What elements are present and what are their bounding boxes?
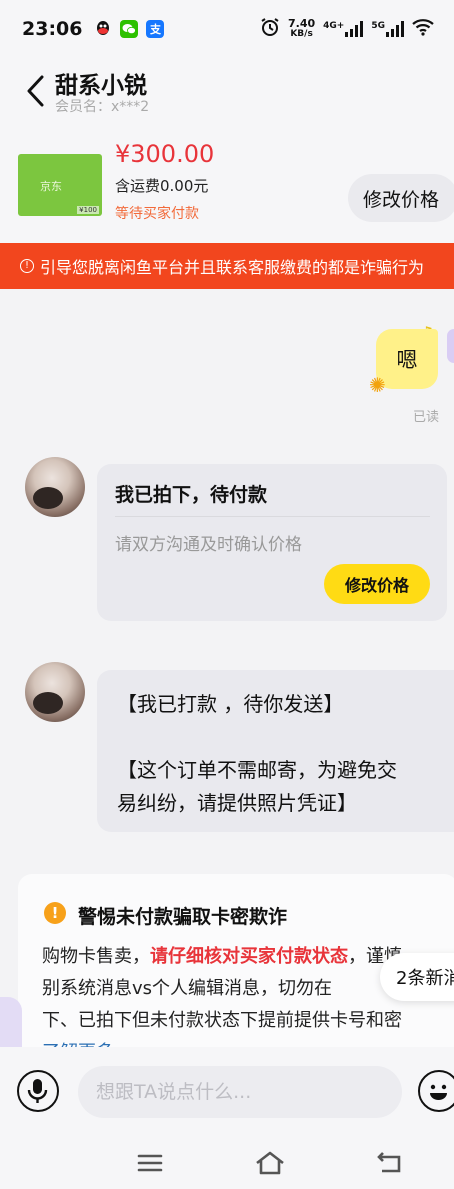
incoming-message-bubble[interactable]: 【我已打款 ，待你发送】 【这个订单不需邮寄，为避免交 易纠纷，请提供照片凭证】 [97, 670, 454, 832]
signal-bars-icon [386, 21, 404, 37]
read-status: 已读 [413, 410, 440, 425]
sunflower-icon: ✺ [369, 373, 386, 397]
chat-title: 甜系小锐 [55, 73, 147, 99]
fraud-warning-banner[interactable]: ! 引导您脱离闲鱼平台并且联系客服缴费的都是诈骗行为 [0, 243, 454, 289]
alert-emphasis: 请仔细核对买家付款状态 [150, 946, 348, 967]
avatar[interactable] [25, 662, 85, 722]
message-line: 易纠纷，请提供照片凭证】 [117, 791, 357, 815]
emoji-icon[interactable] [418, 1070, 454, 1112]
alipay-icon: 支 [146, 20, 165, 38]
cellular-signal-2: 5G [371, 21, 404, 37]
warning-icon: ! [44, 902, 66, 924]
back-nav-icon[interactable] [373, 1149, 407, 1177]
product-price: ¥300.00 [115, 140, 215, 168]
home-icon[interactable] [253, 1149, 287, 1177]
wifi-icon [412, 18, 434, 40]
modify-price-button[interactable]: 修改价格 [348, 174, 454, 222]
status-time: 23:06 [22, 18, 83, 40]
network-speed-value: 7.40 [288, 17, 316, 30]
status-bar: 23:06 支 7.40 KB/s 4G+ 5G [0, 0, 454, 58]
message-input[interactable] [78, 1066, 402, 1118]
network-speed-unit: KB/s [290, 29, 313, 39]
card-modify-price-button[interactable]: 修改价格 [324, 564, 430, 604]
signal-label-2: 5G [371, 21, 385, 31]
order-status: 等待买家付款 [115, 206, 199, 222]
alert-line: 下、已拍下但未付款状态下提前提供卡号和密 [42, 1010, 402, 1031]
order-status-card[interactable]: 我已拍下，待付款 请双方沟通及时确认价格 修改价格 [97, 464, 447, 621]
menu-icon[interactable] [133, 1149, 167, 1177]
learn-more-link[interactable]: 了解更多 [42, 1038, 114, 1047]
chat-messages[interactable]: ♫ 嗯 ✺ 已读 我已拍下，待付款 请双方沟通及时确认价格 修改价格 【我已打款… [0, 289, 454, 1047]
alert-text: 购物卡售卖， [42, 946, 150, 967]
fraud-warning-text: 引导您脱离闲鱼平台并且联系客服缴费的都是诈骗行为 [40, 258, 425, 277]
signal-label-1: 4G+ [323, 21, 345, 31]
shipping-fee: 含运费0.00元 [115, 177, 209, 195]
signal-bars-icon [345, 21, 364, 37]
product-thumbnail[interactable]: 京东 ¥100 [18, 154, 102, 216]
order-card-subtitle: 请双方沟通及时确认价格 [115, 535, 302, 555]
chat-header: 甜系小锐 会员名：x***2 [0, 58, 454, 120]
message-line: 【我已打款 ，待你发送】 [117, 692, 344, 716]
order-card-title: 我已拍下，待付款 [115, 484, 268, 506]
alert-line: 购物卡售卖，请仔细核对买家付款状态，谨慎 [42, 942, 402, 968]
member-name: 会员名：x***2 [55, 99, 150, 115]
outgoing-message-text: 嗯 [396, 348, 418, 372]
warning-circle-icon: ! [20, 259, 34, 273]
avatar[interactable] [25, 457, 85, 517]
bubble-decoration [447, 329, 454, 363]
system-nav-bar [0, 1137, 454, 1189]
new-messages-badge[interactable]: 2条新消息 [380, 953, 454, 1001]
status-indicators: 7.40 KB/s 4G+ 5G [260, 17, 434, 41]
divider [115, 516, 430, 517]
cellular-signal-1: 4G+ [323, 21, 364, 37]
input-bar [0, 1047, 454, 1137]
alarm-icon [260, 17, 280, 41]
qq-icon [94, 20, 112, 38]
back-icon[interactable] [24, 74, 48, 108]
network-speed: 7.40 KB/s [288, 17, 316, 39]
alert-line: 别系统消息vs个人编辑消息，切勿在 [42, 978, 333, 999]
microphone-icon[interactable] [17, 1070, 59, 1112]
message-line: 【这个订单不需邮寄，为避免交 [117, 758, 397, 782]
thumbnail-amount: ¥100 [77, 206, 99, 214]
decoration [0, 997, 22, 1047]
wechat-icon [120, 20, 139, 38]
alert-title: 警惕未付款骗取卡密欺诈 [78, 906, 288, 928]
thumbnail-logo: 京东 [40, 180, 62, 193]
product-bar: 京东 ¥100 ¥300.00 含运费0.00元 等待买家付款 修改价格 [0, 120, 454, 243]
